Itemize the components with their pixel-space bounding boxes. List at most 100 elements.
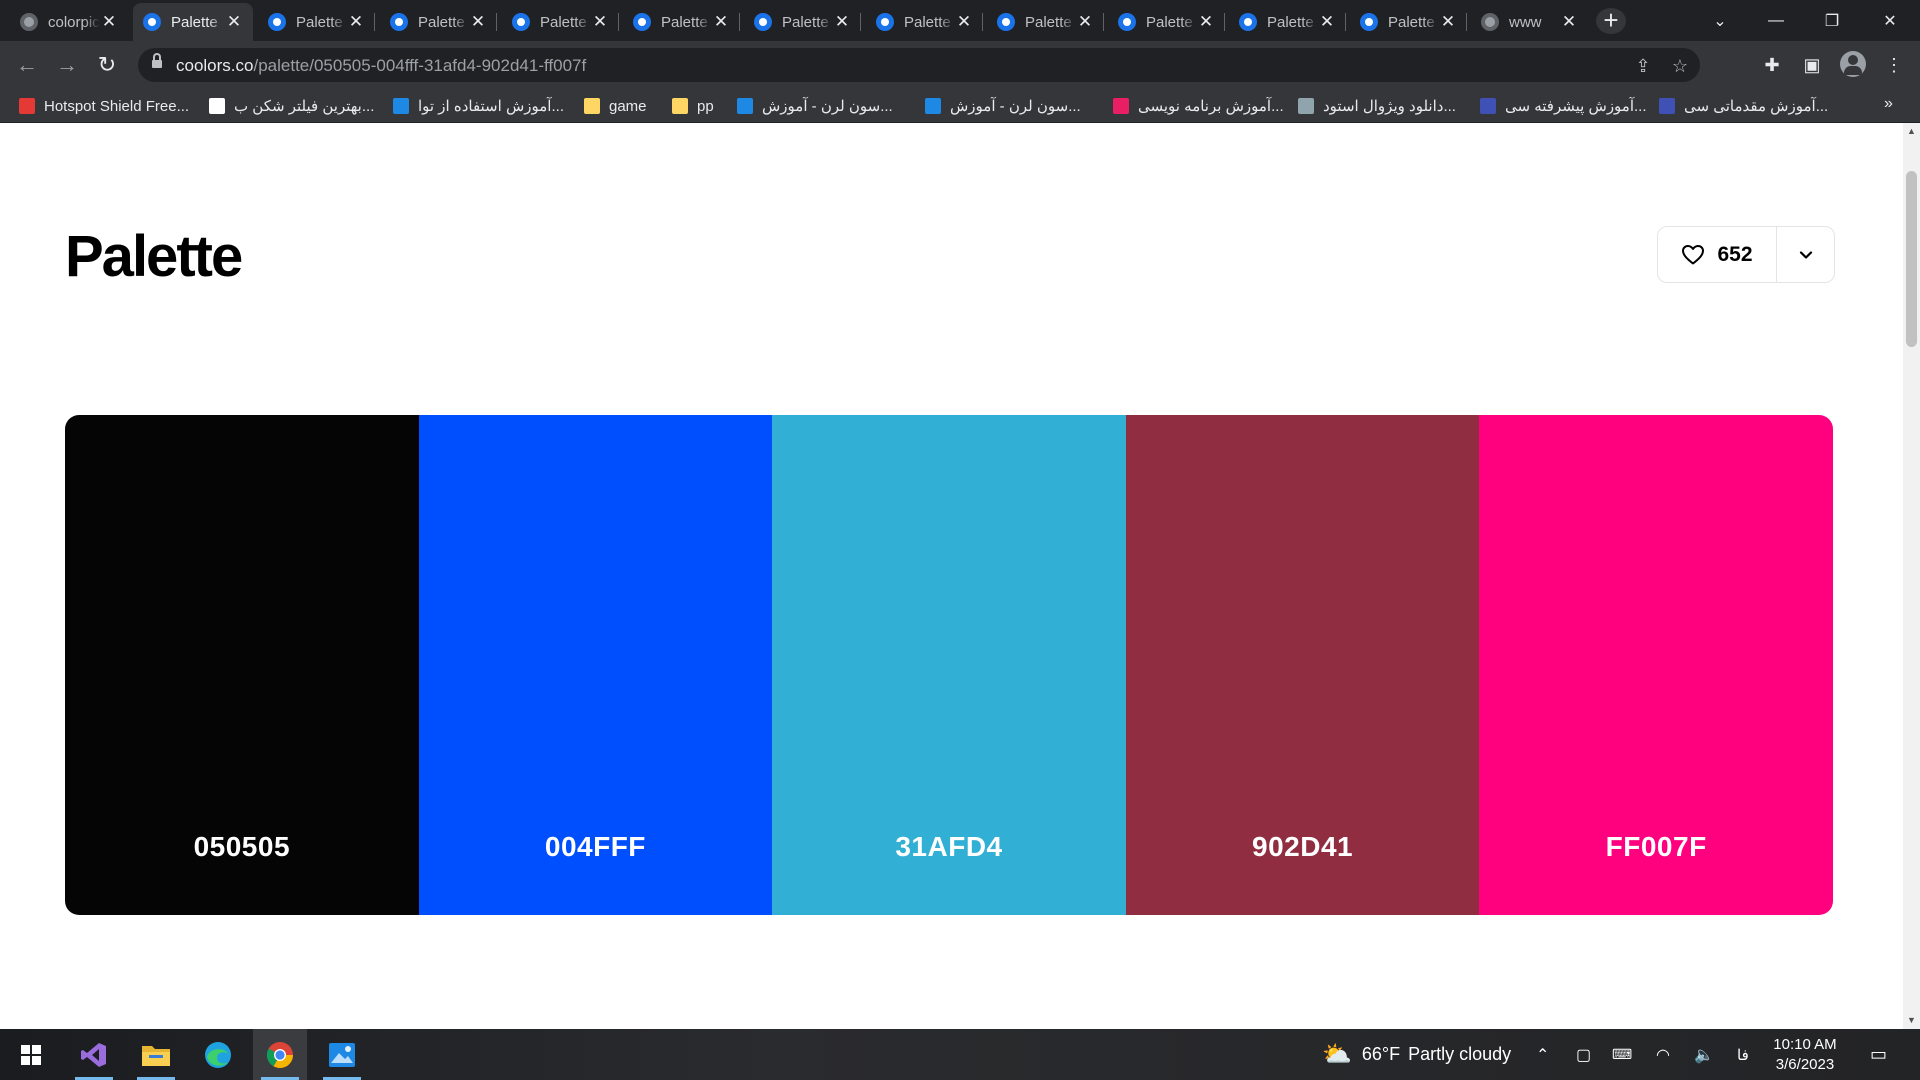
close-icon[interactable]: ✕ [712,13,730,31]
close-icon[interactable]: ✕ [100,13,118,31]
bookmark-advanced-csharp[interactable]: آموزش پیشرفته سی... [1480,95,1647,117]
tab-palette[interactable]: Palette ✕ [258,3,375,41]
coolors-icon [268,13,286,31]
tab-title: Palette [661,13,708,31]
volume-icon[interactable]: 🔈 [1694,1029,1714,1080]
color-hex-label[interactable]: 050505 [65,831,419,863]
tab-www[interactable]: www ✕ [1471,3,1588,41]
taskbar-photos[interactable] [315,1029,369,1080]
new-tab-button[interactable]: + [1596,7,1626,34]
site-icon [1298,98,1314,114]
tab-palette[interactable]: Palette ✕ [1108,3,1225,41]
coolors-icon [1360,13,1378,31]
bookmark-hotspot-shield[interactable]: Hotspot Shield Free... [19,95,189,117]
color-hex-label[interactable]: FF007F [1479,831,1833,863]
wifi-icon[interactable]: ◠ [1656,1029,1670,1080]
menu-icon[interactable]: ⋮ [1882,53,1906,77]
clock[interactable]: 10:10 AM 3/6/2023 [1764,1035,1846,1075]
tab-title: Palette [418,13,465,31]
language-indicator[interactable]: فا [1737,1029,1749,1080]
tab-palette-active[interactable]: Palette ✕ [133,3,253,41]
taskbar-edge[interactable] [191,1029,245,1080]
close-icon[interactable]: ✕ [469,13,487,31]
tab-palette[interactable]: Palette ✕ [744,3,861,41]
close-icon[interactable]: ✕ [833,13,851,31]
bookmark-filter-breaker[interactable]: بهترین فیلتر شکن ب... [209,95,374,117]
scroll-down-icon[interactable]: ▼ [1903,1012,1920,1029]
restore-icon[interactable]: ❐ [1804,0,1860,41]
input-indicator-icon[interactable]: ⌨ [1612,1029,1632,1080]
tab-palette[interactable]: Palette ✕ [1350,3,1467,41]
bookmark-folder-game[interactable]: game [584,95,647,117]
tab-palette[interactable]: Palette ✕ [1229,3,1346,41]
close-icon[interactable]: ✕ [347,13,365,31]
meet-now-icon[interactable]: ▢ [1576,1029,1591,1080]
color-swatch[interactable]: 902D41 [1125,415,1480,915]
tab-search-chevron-icon[interactable]: ⌄ [1692,0,1748,41]
back-icon[interactable]: ← [13,51,41,79]
tab-palette[interactable]: Palette ✕ [866,3,983,41]
minimize-icon[interactable]: — [1748,0,1804,41]
more-options-button[interactable] [1777,227,1835,282]
tab-palette[interactable]: Palette ✕ [987,3,1104,41]
windows-logo-icon [21,1044,41,1065]
color-swatch[interactable]: FF007F [1479,415,1833,915]
like-button[interactable]: 652 [1658,227,1776,282]
bookmark-programming[interactable]: آموزش برنامه نویسی... [1113,95,1284,117]
taskbar-visual-studio[interactable] [67,1029,121,1080]
site-icon [1480,98,1496,114]
close-icon[interactable]: ✕ [955,13,973,31]
reload-icon[interactable]: ↻ [93,51,121,79]
bookmark-tutorial-1[interactable]: آموزش استفاده از توا... [393,95,564,117]
close-icon[interactable]: ✕ [1318,13,1336,31]
tab-palette[interactable]: Palette ✕ [380,3,497,41]
close-icon[interactable]: ✕ [591,13,609,31]
bookmarks-bar: Hotspot Shield Free... بهترین فیلتر شکن … [0,89,1920,123]
start-button[interactable] [4,1029,58,1080]
color-swatch[interactable]: 050505 [65,415,419,915]
profile-avatar-icon[interactable] [1840,51,1866,77]
like-control: 652 [1657,226,1835,283]
notifications-icon[interactable]: ▭ [1870,1029,1887,1080]
close-icon[interactable]: ✕ [225,13,243,31]
weather-widget[interactable]: ⛅ 66°F Partly cloudy [1322,1029,1511,1080]
close-icon[interactable]: ✕ [1197,13,1215,31]
bookmark-folder-pp[interactable]: pp [672,95,714,117]
scrollbar-thumb[interactable] [1906,171,1917,347]
tab-title: Palette [171,13,218,31]
taskbar-chrome[interactable] [253,1029,307,1080]
forward-icon[interactable]: → [53,51,81,79]
extensions-icon[interactable]: ✚ [1760,53,1784,77]
coolors-icon [997,13,1015,31]
close-icon[interactable]: ✕ [1439,13,1457,31]
close-icon[interactable]: ✕ [1560,13,1578,31]
bookmark-star-icon[interactable]: ☆ [1669,55,1691,77]
address-bar[interactable]: coolors.co/palette/050505-004fff-31afd4-… [138,48,1700,82]
tab-palette[interactable]: Palette ✕ [502,3,619,41]
color-hex-label[interactable]: 31AFD4 [772,831,1126,863]
color-swatch[interactable]: 31AFD4 [772,415,1126,915]
color-hex-label[interactable]: 902D41 [1126,831,1480,863]
tab-colorpicker[interactable]: colorpicker ✕ [10,3,128,41]
tab-palette[interactable]: Palette ✕ [623,3,740,41]
tab-title: Palette [1146,13,1193,31]
folder-icon [672,98,688,114]
color-swatch[interactable]: 004FFF [418,415,773,915]
bookmark-sevenlearn-2[interactable]: سون لرن - آموزش... [925,95,1081,117]
share-icon[interactable]: ⇪ [1632,55,1654,77]
close-icon[interactable]: ✕ [1076,13,1094,31]
show-hidden-icons-chevron-icon[interactable]: ⌃ [1536,1029,1549,1080]
side-panel-icon[interactable]: ▣ [1800,53,1824,77]
more-bookmarks-icon[interactable]: » [1884,95,1893,113]
url-path: /palette/050505-004fff-31afd4-902d41-ff0… [253,56,587,75]
scroll-up-icon[interactable]: ▲ [1903,123,1920,140]
bookmark-intro-csharp[interactable]: آموزش مقدماتی سی... [1659,95,1828,117]
bookmark-sevenlearn-1[interactable]: سون لرن - آموزش... [737,95,893,117]
lock-icon[interactable] [152,53,162,70]
bookmark-visual-studio-download[interactable]: دانلود ویژوال استود... [1298,95,1456,117]
coolors-icon [754,13,772,31]
taskbar-file-explorer[interactable] [129,1029,183,1080]
window-close-icon[interactable]: ✕ [1862,0,1918,41]
vertical-scrollbar[interactable]: ▲ ▼ [1903,123,1920,1029]
color-hex-label[interactable]: 004FFF [419,831,773,863]
